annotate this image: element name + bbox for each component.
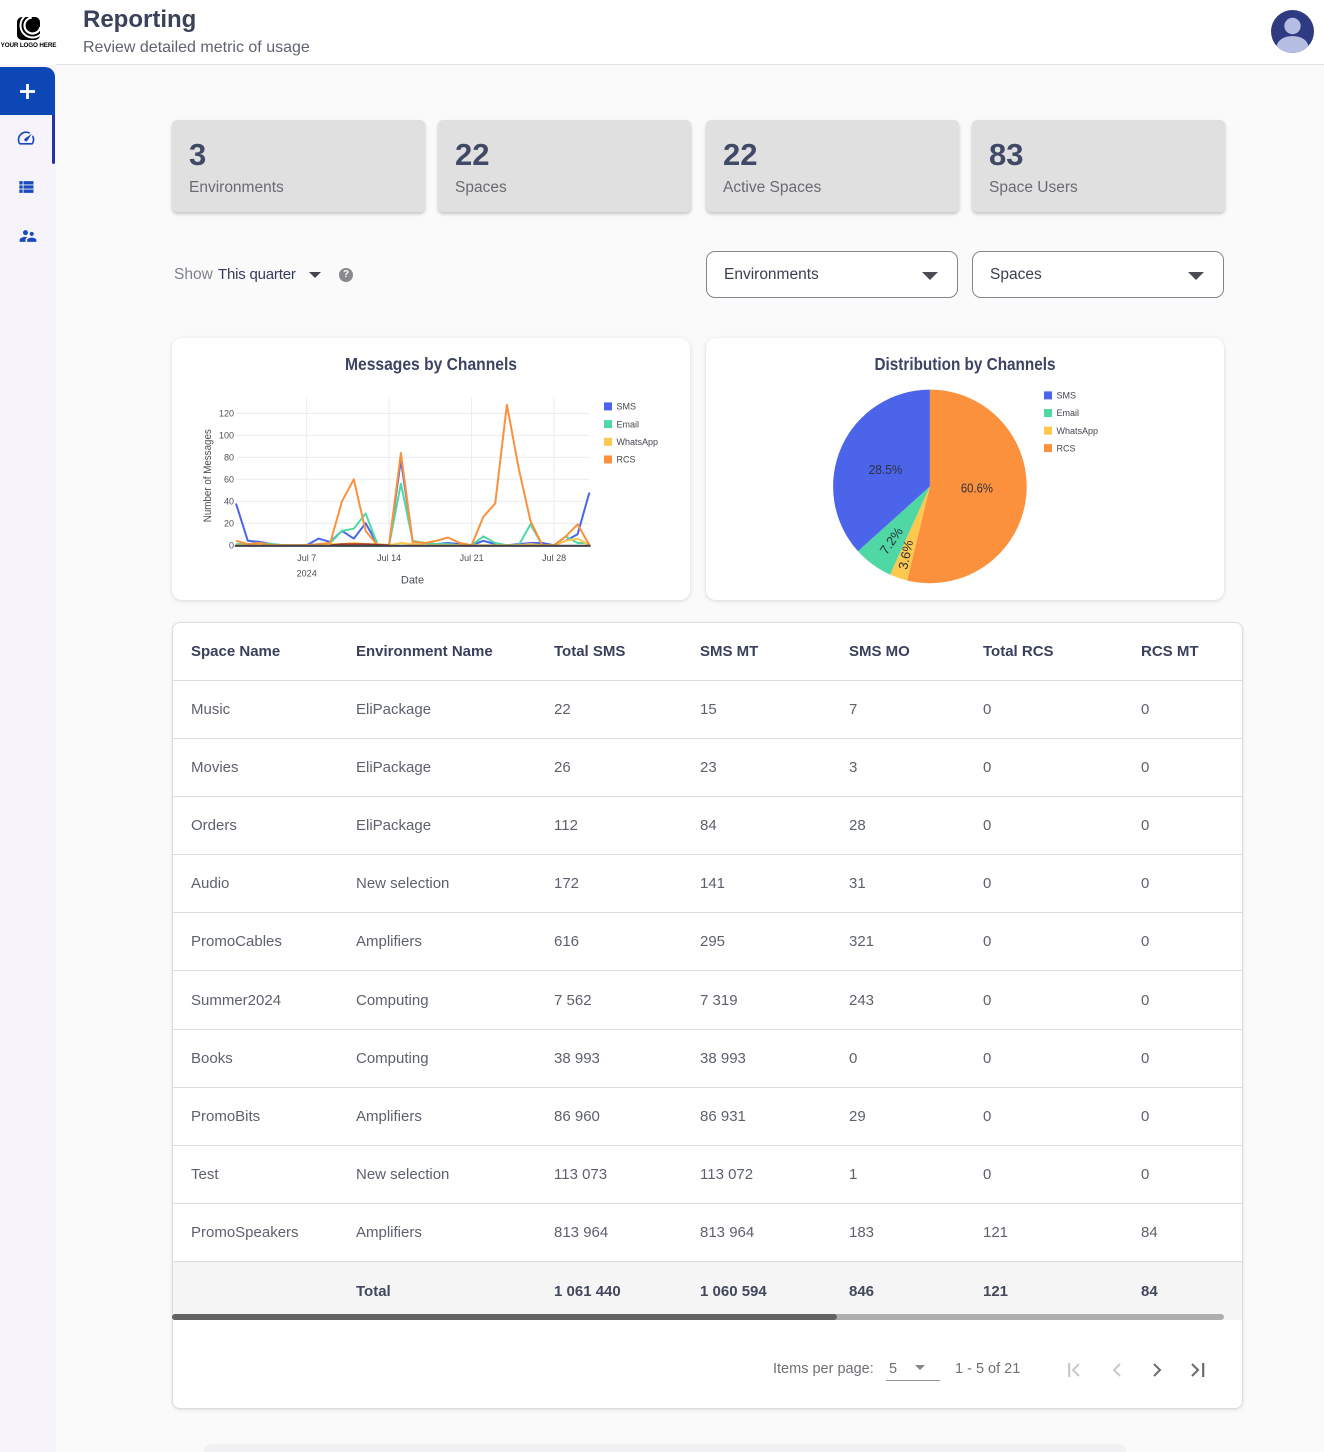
- svg-text:Email: Email: [617, 419, 640, 429]
- svg-text:Jul 7: Jul 7: [297, 553, 316, 563]
- svg-text:Messages by Channels: Messages by Channels: [345, 354, 517, 374]
- svg-text:WhatsApp: WhatsApp: [1057, 426, 1099, 436]
- svg-text:40: 40: [224, 497, 234, 507]
- svg-text:2024: 2024: [297, 569, 317, 579]
- svg-text:RCS: RCS: [1057, 443, 1076, 453]
- svg-text:WhatsApp: WhatsApp: [617, 437, 659, 447]
- svg-text:20: 20: [224, 518, 234, 528]
- svg-text:SMS: SMS: [617, 402, 637, 412]
- svg-text:80: 80: [224, 453, 234, 463]
- svg-text:0: 0: [229, 540, 234, 550]
- svg-text:Distribution by Channels: Distribution by Channels: [875, 354, 1056, 374]
- svg-text:Email: Email: [1057, 408, 1080, 418]
- svg-text:100: 100: [219, 431, 234, 441]
- svg-text:Jul 28: Jul 28: [542, 553, 566, 563]
- svg-text:Jul 14: Jul 14: [377, 553, 401, 563]
- svg-text:Number of Messages: Number of Messages: [202, 429, 214, 522]
- svg-text:60.6%: 60.6%: [961, 481, 993, 496]
- svg-text:Date: Date: [401, 575, 424, 587]
- svg-text:28.5%: 28.5%: [869, 462, 903, 477]
- svg-text:120: 120: [219, 409, 234, 419]
- svg-text:RCS: RCS: [617, 455, 636, 465]
- svg-text:Jul 21: Jul 21: [460, 553, 484, 563]
- svg-text:60: 60: [224, 475, 234, 485]
- svg-text:SMS: SMS: [1057, 391, 1077, 401]
